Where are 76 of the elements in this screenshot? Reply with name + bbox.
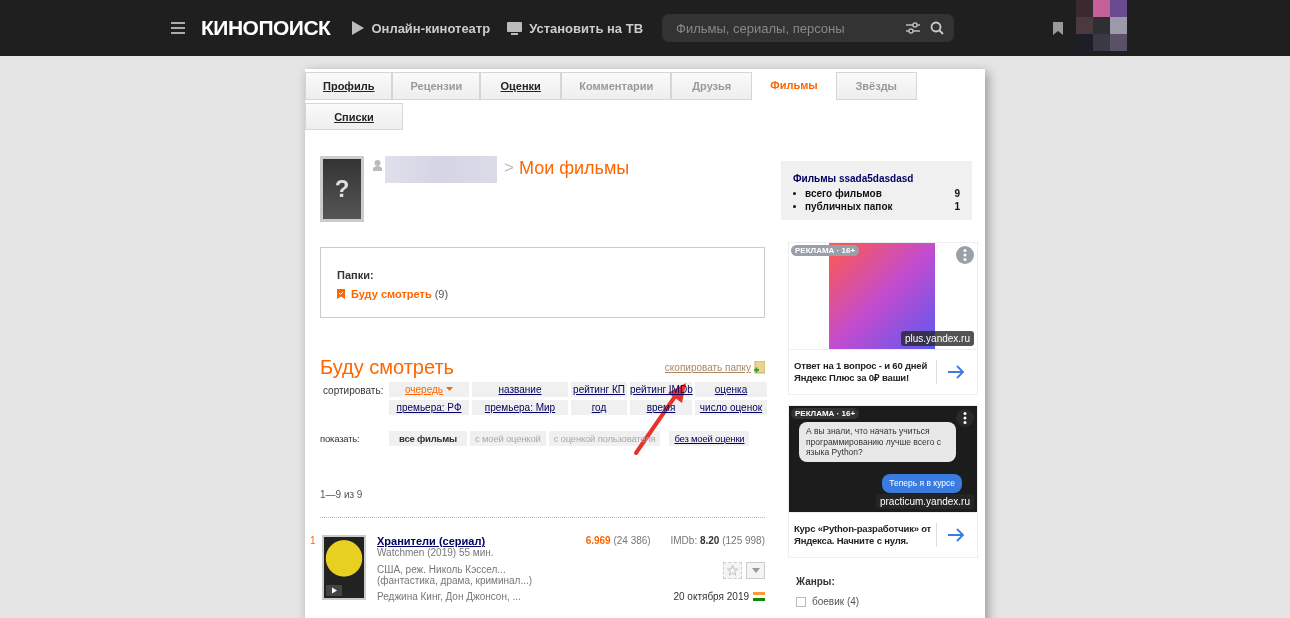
folder-count: (9)	[434, 288, 449, 300]
copy-folder-link[interactable]: скопировать папку	[664, 362, 751, 373]
sort-option[interactable]: премьера: Мир	[472, 400, 568, 415]
stat-label: всего фильмов	[805, 188, 883, 199]
breadcrumb-separator: >	[504, 158, 514, 178]
arrow-right-icon[interactable]	[947, 364, 965, 380]
nav-link[interactable]: Установить на ТВ	[507, 20, 644, 36]
search-field[interactable]: Фильмы, сериалы, персоны	[662, 14, 955, 42]
genres-title: Жанры:	[796, 576, 836, 587]
folders-label: Папки:	[337, 269, 375, 281]
film-original-title: Watchmen (2019) 55 мин.	[377, 547, 494, 558]
ad-domain: practicum.yandex.ru	[875, 494, 974, 509]
kp-rating: 6.969	[585, 535, 611, 546]
bookmark-icon	[337, 289, 345, 299]
checkbox[interactable]	[796, 596, 806, 607]
arrow-right-icon[interactable]	[947, 527, 965, 543]
page-title: Мои фильмы	[518, 158, 630, 179]
search-input[interactable]: Фильмы, сериалы, персоны	[674, 19, 897, 37]
avatar-placeholder[interactable]	[1076, 0, 1128, 51]
ad-card[interactable]: РЕКЛАМА · 16+ А вы знали, что начать учиться программированию лучше всего с языка Python? Теперь я в курсе practicum.yandex.ru Курс «Python-разработчик» от Яндекса. Начните с нуля.	[788, 405, 978, 558]
user-icon	[373, 160, 382, 171]
film-cast: Реджина Кинг, Дон Джонсон, ...	[377, 591, 522, 602]
question-mark-icon: ?	[334, 175, 350, 203]
film-country-director: США, реж. Николь Кэссел...	[377, 564, 507, 575]
ad-domain: plus.yandex.ru	[900, 331, 974, 346]
ad-badge: РЕКЛАМА · 16+	[791, 245, 860, 256]
film-genres: (фантастика, драма, криминал...)	[377, 575, 533, 586]
play-icon[interactable]	[326, 585, 342, 596]
flag-icon	[753, 592, 765, 601]
play-icon	[352, 21, 365, 35]
ad-card[interactable]: РЕКЛАМА · 16+ plus.yandex.ru Ответ на 1 вопрос - и 60 дней Яндекс Плюс за 0₽ ваши!	[788, 242, 978, 395]
stats-title: Фильмы ssada5dasdasd	[793, 173, 915, 184]
dropdown-button[interactable]	[746, 562, 765, 579]
genre-label[interactable]: боевик (4)	[812, 596, 860, 607]
stat-value: 1	[954, 201, 960, 212]
filter-option[interactable]: все фильмы	[389, 431, 467, 446]
sort-option[interactable]: название	[472, 382, 568, 397]
nav-link[interactable]: Онлайн-кинотеатр	[352, 20, 491, 36]
imdb-rating: IMDb: 8.20 (125 998)	[670, 535, 765, 546]
more-icon[interactable]	[956, 409, 974, 427]
sort-label: сортировать:	[322, 384, 385, 398]
poster-placeholder[interactable]	[322, 535, 366, 600]
logo[interactable]: КИНОПОИСК	[201, 16, 331, 40]
chat-bubble: А вы знали, что начать учиться программированию лучше всего с языка Python?	[799, 422, 956, 462]
search-icon[interactable]	[930, 21, 945, 35]
tab[interactable]: Профиль	[305, 72, 393, 100]
bookmark-icon[interactable]	[1053, 21, 1064, 35]
filter-icon[interactable]	[906, 22, 921, 34]
ad-text: Ответ на 1 вопрос - и 60 дней Яндекс Плюс за 0₽ ваши!	[794, 359, 937, 385]
star-icon	[727, 565, 738, 576]
tab[interactable]: Оценки	[480, 72, 562, 100]
stat-label: публичных папок	[805, 201, 894, 212]
sort-option[interactable]: оценка	[695, 382, 767, 397]
folder-title: Буду смотреть	[320, 356, 455, 379]
show-label: показать:	[320, 433, 361, 444]
sort-option[interactable]: число оценок	[695, 400, 767, 415]
sort-option[interactable]: рейтинг КП	[571, 382, 627, 397]
sort-option[interactable]: год	[571, 400, 627, 415]
stat-value: 9	[954, 188, 960, 199]
pagination-info: 1—9 из 9	[320, 489, 364, 500]
sort-option[interactable]: премьера: РФ	[389, 400, 469, 415]
monitor-icon	[507, 21, 523, 35]
filter-option[interactable]: без моей оценки	[669, 431, 750, 446]
menu-icon[interactable]	[171, 22, 185, 34]
ad-badge: РЕКЛАМА · 16+	[791, 408, 860, 419]
kp-votes: (24 386)	[613, 535, 651, 546]
caret-icon	[446, 387, 454, 391]
bullet-icon	[793, 205, 796, 208]
chat-bubble: Теперь я в курсе	[882, 474, 962, 493]
caret-icon	[751, 568, 760, 573]
tab[interactable]: Списки	[305, 103, 403, 130]
ad-text: Курс «Python-разработчик» от Яндекса. Начните с нуля.	[794, 522, 937, 548]
release-date: 20 октября 2019	[673, 591, 749, 602]
film-number: 1	[310, 535, 317, 548]
film-title[interactable]: Хранители (сериал)	[377, 535, 486, 547]
bullet-icon	[793, 192, 796, 195]
